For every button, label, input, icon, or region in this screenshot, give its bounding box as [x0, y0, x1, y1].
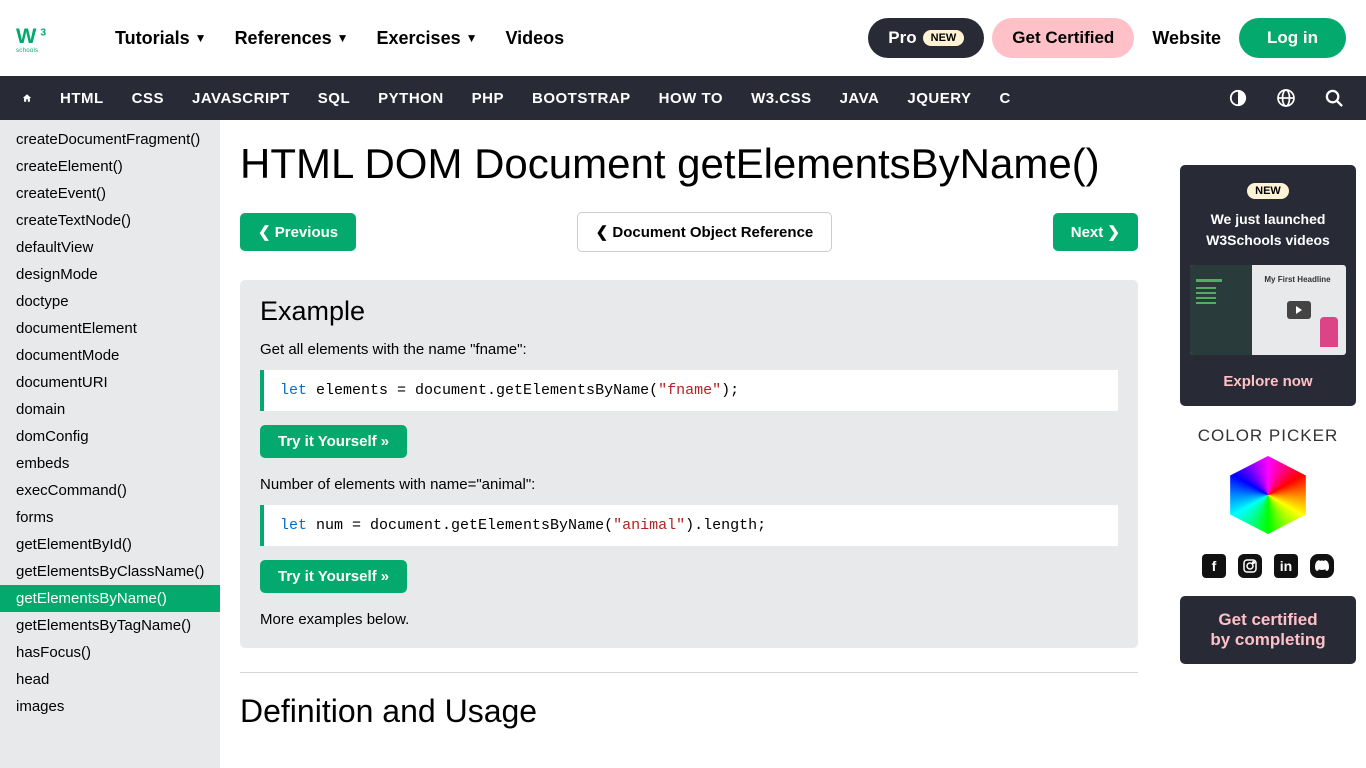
- search-icon[interactable]: [1310, 76, 1358, 120]
- svg-text:W: W: [16, 24, 37, 48]
- nav-css[interactable]: CSS: [118, 76, 178, 120]
- sidebar-item[interactable]: createEvent(): [0, 180, 220, 207]
- page-title: HTML DOM Document getElementsByName(): [240, 140, 1138, 188]
- sidebar-item[interactable]: hasFocus(): [0, 639, 220, 666]
- divider: [240, 672, 1138, 673]
- nav-html[interactable]: HTML: [46, 76, 118, 120]
- social-row: f in: [1180, 554, 1356, 578]
- caret-down-icon: ▼: [337, 31, 349, 45]
- get-certified-button[interactable]: Get Certified: [992, 18, 1134, 58]
- example-desc-1: Get all elements with the name "fname":: [260, 341, 1118, 358]
- sidebar-item[interactable]: createDocumentFragment(): [0, 126, 220, 153]
- video-thumbnail[interactable]: [1190, 265, 1346, 355]
- pro-button[interactable]: ProNEW: [868, 18, 984, 58]
- sidebar-item[interactable]: images: [0, 693, 220, 720]
- sidebar-item[interactable]: documentMode: [0, 342, 220, 369]
- next-button[interactable]: Next ❯: [1053, 213, 1138, 251]
- try-it-button-1[interactable]: Try it Yourself »: [260, 425, 407, 458]
- try-it-button-2[interactable]: Try it Yourself »: [260, 560, 407, 593]
- top-nav: W3 schools Tutorials▼ References▼ Exercis…: [0, 0, 1366, 76]
- sidebar-item[interactable]: getElementsByTagName(): [0, 612, 220, 639]
- new-badge: NEW: [1247, 183, 1289, 199]
- sidebar-item[interactable]: getElementsByName(): [0, 585, 220, 612]
- sidebar-item[interactable]: domConfig: [0, 423, 220, 450]
- sidebar-item[interactable]: embeds: [0, 450, 220, 477]
- example-box: Example Get all elements with the name "…: [240, 280, 1138, 648]
- certified-card[interactable]: Get certified by completing: [1180, 596, 1356, 664]
- color-picker-heading: COLOR PICKER: [1180, 426, 1356, 446]
- new-badge: NEW: [923, 30, 965, 46]
- linkedin-icon[interactable]: in: [1274, 554, 1298, 578]
- home-icon[interactable]: [8, 76, 46, 120]
- previous-button[interactable]: ❮ Previous: [240, 213, 356, 251]
- sidebar-item[interactable]: createElement(): [0, 153, 220, 180]
- nav-php[interactable]: PHP: [458, 76, 518, 120]
- sidebar-item[interactable]: documentURI: [0, 369, 220, 396]
- example-desc-2: Number of elements with name="animal":: [260, 476, 1118, 493]
- menu-tutorials[interactable]: Tutorials▼: [103, 20, 219, 57]
- color-picker-icon[interactable]: [1224, 456, 1312, 534]
- sidebar-item[interactable]: getElementsByClassName(): [0, 558, 220, 585]
- facebook-icon[interactable]: f: [1202, 554, 1226, 578]
- sidebar-item[interactable]: head: [0, 666, 220, 693]
- sidebar-item[interactable]: domain: [0, 396, 220, 423]
- example-heading: Example: [260, 296, 1118, 327]
- sidebar-item[interactable]: documentElement: [0, 315, 220, 342]
- nav-c[interactable]: C: [986, 76, 1025, 120]
- code-block-1: let elements = document.getElementsByNam…: [260, 370, 1118, 411]
- menu-references[interactable]: References▼: [223, 20, 361, 57]
- explore-link[interactable]: Explore now: [1190, 373, 1346, 390]
- right-column: NEW We just launched W3Schools videos Ex…: [1170, 120, 1366, 768]
- nav-howto[interactable]: HOW TO: [645, 76, 737, 120]
- sidebar-item[interactable]: execCommand(): [0, 477, 220, 504]
- definition-heading: Definition and Usage: [240, 693, 1138, 730]
- caret-down-icon: ▼: [195, 31, 207, 45]
- login-button[interactable]: Log in: [1239, 18, 1346, 58]
- nav-bootstrap[interactable]: BOOTSTRAP: [518, 76, 645, 120]
- instagram-icon[interactable]: [1238, 554, 1262, 578]
- nav-w3css[interactable]: W3.CSS: [737, 76, 826, 120]
- sidebar: createDocumentFragment()createElement()c…: [0, 120, 220, 768]
- nav-python[interactable]: PYTHON: [364, 76, 458, 120]
- website-link[interactable]: Website: [1138, 20, 1235, 57]
- videos-card: NEW We just launched W3Schools videos Ex…: [1180, 165, 1356, 406]
- main-content: HTML DOM Document getElementsByName() ❮ …: [220, 120, 1170, 768]
- sidebar-item[interactable]: createTextNode(): [0, 207, 220, 234]
- svg-text:schools: schools: [16, 47, 38, 52]
- globe-icon[interactable]: [1262, 76, 1310, 120]
- nav-jquery[interactable]: JQUERY: [893, 76, 985, 120]
- nav-sql[interactable]: SQL: [304, 76, 364, 120]
- sidebar-item[interactable]: designMode: [0, 261, 220, 288]
- videos-launch-text: We just launched W3Schools videos: [1190, 209, 1346, 251]
- code-block-2: let num = document.getElementsByName("an…: [260, 505, 1118, 546]
- sidebar-item[interactable]: getElementById(): [0, 531, 220, 558]
- sidebar-item[interactable]: doctype: [0, 288, 220, 315]
- darkmode-icon[interactable]: [1214, 76, 1262, 120]
- more-examples-text: More examples below.: [260, 611, 1118, 628]
- logo[interactable]: W3 schools: [16, 24, 91, 52]
- discord-icon[interactable]: [1310, 554, 1334, 578]
- menu-exercises[interactable]: Exercises▼: [365, 20, 490, 57]
- play-icon: [1287, 301, 1311, 319]
- reference-button[interactable]: ❮ Document Object Reference: [577, 212, 833, 252]
- menu-videos[interactable]: Videos: [493, 20, 576, 57]
- sidebar-item[interactable]: defaultView: [0, 234, 220, 261]
- secondary-nav: HTML CSS JAVASCRIPT SQL PYTHON PHP BOOTS…: [0, 76, 1366, 120]
- sidebar-item[interactable]: forms: [0, 504, 220, 531]
- nav-js[interactable]: JAVASCRIPT: [178, 76, 304, 120]
- nav-java[interactable]: JAVA: [826, 76, 894, 120]
- caret-down-icon: ▼: [466, 31, 478, 45]
- svg-text:3: 3: [40, 27, 46, 38]
- top-menu: Tutorials▼ References▼ Exercises▼ Videos: [103, 20, 576, 57]
